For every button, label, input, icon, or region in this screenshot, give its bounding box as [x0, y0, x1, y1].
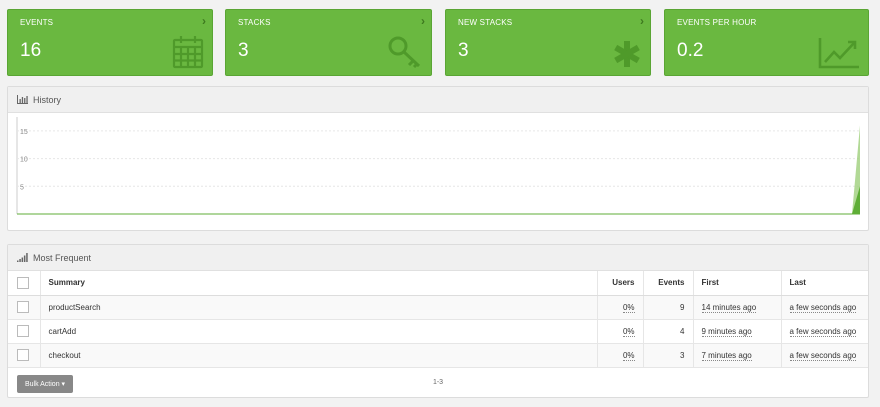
events-per-hour-tile-label: EVENTS PER HOUR	[677, 18, 757, 27]
y-tick-label: 10	[20, 157, 28, 164]
row-last[interactable]: a few seconds ago	[789, 350, 857, 361]
row-checkbox[interactable]	[17, 301, 29, 313]
history-panel: History 15 10 5	[7, 86, 869, 231]
events-tile-label: EVENTS	[20, 18, 54, 27]
new-stacks-tile-value: 3	[458, 40, 469, 61]
row-events: 3	[642, 343, 693, 368]
row-first-cell: 9 minutes ago	[692, 319, 781, 344]
row-summary-link[interactable]: checkout	[49, 351, 81, 360]
row-summary-link[interactable]: cartAdd	[49, 327, 77, 336]
chevron-right-icon: ›	[640, 14, 644, 28]
new-stacks-tile[interactable]: NEW STACKS 3 ›	[445, 9, 651, 76]
asterisk-icon	[614, 41, 640, 67]
new-stacks-tile-label: NEW STACKS	[458, 18, 513, 27]
history-chart: 15 10 5	[8, 113, 868, 230]
row-first[interactable]: 14 minutes ago	[701, 302, 757, 313]
table-row[interactable]: productSearch 0% 9 14 minutes ago a few …	[8, 295, 868, 320]
row-summary-cell: checkout	[39, 343, 597, 368]
row-users-cell: 0%	[596, 343, 643, 368]
row-events: 4	[642, 319, 693, 344]
column-summary[interactable]: Summary	[39, 271, 597, 296]
row-users[interactable]: 0%	[622, 326, 635, 337]
table-footer: Bulk Action ▾ 1-3	[8, 368, 868, 400]
key-icon	[388, 36, 421, 69]
row-users[interactable]: 0%	[622, 302, 635, 313]
column-events[interactable]: Events	[642, 271, 693, 296]
stacks-tile-value: 3	[238, 40, 249, 61]
y-tick-label: 5	[20, 184, 24, 191]
column-users[interactable]: Users	[596, 271, 643, 296]
row-checkbox-cell	[8, 295, 40, 320]
row-last-cell: a few seconds ago	[780, 319, 868, 344]
pagination-label: 1-3	[432, 378, 444, 386]
chevron-right-icon: ›	[202, 14, 206, 28]
line-chart-icon	[818, 38, 859, 69]
row-users[interactable]: 0%	[622, 350, 635, 361]
history-title: History	[33, 94, 62, 105]
row-users-cell: 0%	[596, 295, 643, 320]
row-first-cell: 7 minutes ago	[692, 343, 781, 368]
column-first[interactable]: First	[692, 271, 781, 296]
history-series-area	[17, 125, 860, 214]
row-first[interactable]: 9 minutes ago	[701, 326, 752, 337]
row-checkbox-cell	[8, 319, 40, 344]
most-frequent-title: Most Frequent	[33, 252, 92, 263]
y-tick-label: 15	[20, 129, 28, 136]
row-first[interactable]: 7 minutes ago	[701, 350, 752, 361]
events-tile[interactable]: EVENTS 16 ›	[7, 9, 213, 76]
select-all-checkbox[interactable]	[17, 276, 29, 289]
row-first-cell: 14 minutes ago	[692, 295, 781, 320]
most-frequent-panel: Most Frequent Summary Users Events First…	[7, 244, 869, 398]
stacks-tile-label: STACKS	[238, 18, 271, 27]
signal-icon	[17, 253, 28, 262]
column-last[interactable]: Last	[780, 271, 868, 296]
row-checkbox[interactable]	[17, 349, 29, 361]
history-header: History	[8, 87, 868, 113]
row-checkbox-cell	[8, 343, 40, 368]
history-series-area	[17, 186, 860, 214]
row-last[interactable]: a few seconds ago	[789, 302, 857, 313]
stacks-tile[interactable]: STACKS 3 ›	[225, 9, 432, 76]
events-per-hour-tile[interactable]: EVENTS PER HOUR 0.2	[664, 9, 869, 76]
row-summary-cell: productSearch	[39, 295, 597, 320]
row-summary-cell: cartAdd	[39, 319, 597, 344]
row-last[interactable]: a few seconds ago	[789, 326, 857, 337]
events-per-hour-tile-value: 0.2	[677, 40, 704, 61]
row-checkbox[interactable]	[17, 325, 29, 337]
stacks-table: Summary Users Events First Last productS…	[8, 271, 868, 368]
most-frequent-header: Most Frequent	[8, 245, 868, 271]
header-checkbox-cell	[8, 271, 40, 296]
chevron-right-icon: ›	[421, 14, 425, 28]
table-row[interactable]: cartAdd 0% 4 9 minutes ago a few seconds…	[8, 319, 868, 344]
table-row[interactable]: checkout 0% 3 7 minutes ago a few second…	[8, 343, 868, 368]
row-summary-link[interactable]: productSearch	[49, 303, 101, 312]
row-events: 9	[642, 295, 693, 320]
row-last-cell: a few seconds ago	[780, 295, 868, 320]
row-users-cell: 0%	[596, 319, 643, 344]
events-tile-value: 16	[20, 40, 42, 61]
table-header-row: Summary Users Events First Last	[8, 271, 868, 296]
calendar-icon	[172, 36, 204, 69]
history-chart-svg: 15 10 5	[16, 117, 860, 215]
row-last-cell: a few seconds ago	[780, 343, 868, 368]
bar-chart-icon	[17, 95, 28, 104]
